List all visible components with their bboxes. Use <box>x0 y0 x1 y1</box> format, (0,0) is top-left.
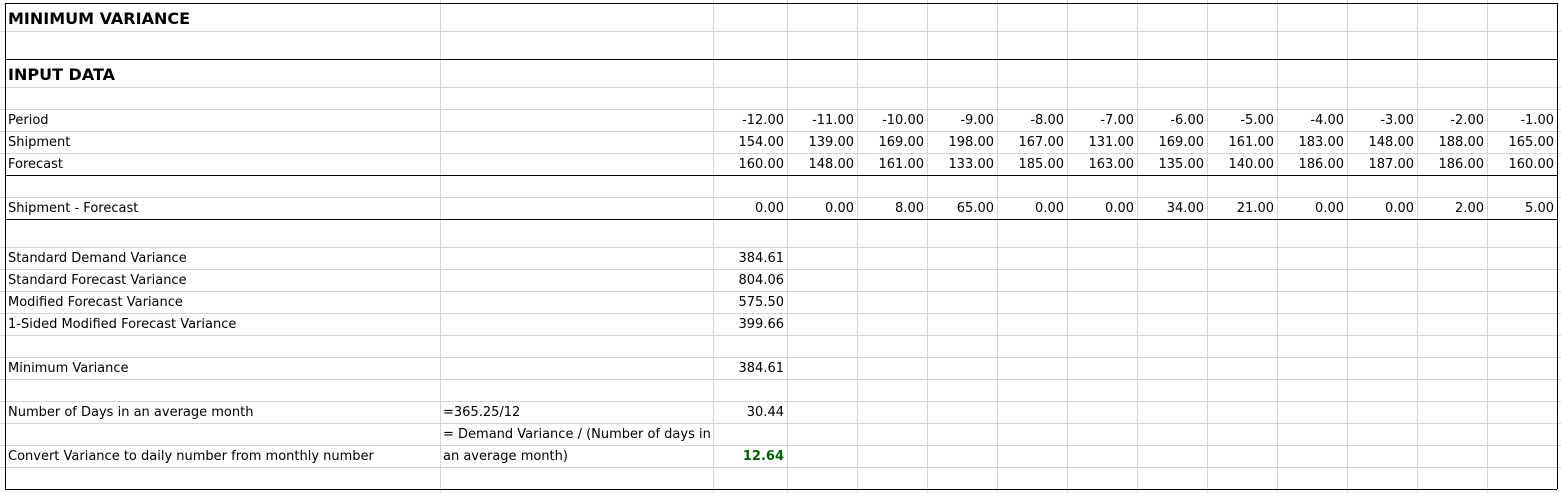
daily-variance-formula-line2[interactable]: an average month) <box>440 446 568 468</box>
days-in-month-formula[interactable]: =365.25/12 <box>440 402 520 424</box>
row-label-shipment[interactable]: Shipment <box>5 132 70 154</box>
shipment-cell[interactable]: 148.00 <box>1347 132 1417 154</box>
shipment-cell[interactable]: 131.00 <box>1067 132 1137 154</box>
row-label-diff[interactable]: Shipment - Forecast <box>5 198 138 220</box>
diff-cell[interactable]: 0.00 <box>787 198 857 220</box>
shipment-cell[interactable]: 188.00 <box>1417 132 1487 154</box>
diff-cell[interactable]: 0.00 <box>1347 198 1417 220</box>
period-cell[interactable]: -7.00 <box>1067 110 1137 132</box>
one-sided-variance-value[interactable]: 399.66 <box>713 314 787 336</box>
one-sided-variance-label[interactable]: 1-Sided Modified Forecast Variance <box>5 314 236 336</box>
shipment-cell[interactable]: 154.00 <box>713 132 787 154</box>
forecast-cell[interactable]: 160.00 <box>713 154 787 176</box>
diff-cell[interactable]: 0.00 <box>997 198 1067 220</box>
shipment-cell[interactable]: 198.00 <box>927 132 997 154</box>
std-demand-variance-value[interactable]: 384.61 <box>713 248 787 270</box>
forecast-cell[interactable]: 135.00 <box>1137 154 1207 176</box>
period-cell[interactable]: -6.00 <box>1137 110 1207 132</box>
shipment-cell[interactable]: 161.00 <box>1207 132 1277 154</box>
days-in-month-value[interactable]: 30.44 <box>713 402 787 424</box>
forecast-cell[interactable]: 133.00 <box>927 154 997 176</box>
daily-variance-formula-line1[interactable]: = Demand Variance / (Number of days in <box>440 424 711 446</box>
shipment-cell[interactable]: 165.00 <box>1487 132 1557 154</box>
diff-cell[interactable]: 0.00 <box>713 198 787 220</box>
mod-forecast-variance-label[interactable]: Modified Forecast Variance <box>5 292 183 314</box>
period-cell[interactable]: -2.00 <box>1417 110 1487 132</box>
diff-cell[interactable]: 0.00 <box>1277 198 1347 220</box>
row-label-period[interactable]: Period <box>5 110 49 132</box>
std-forecast-variance-value[interactable]: 804.06 <box>713 270 787 292</box>
row-label-forecast[interactable]: Forecast <box>5 154 63 176</box>
std-forecast-variance-label[interactable]: Standard Forecast Variance <box>5 270 187 292</box>
daily-variance-label[interactable]: Convert Variance to daily number from mo… <box>5 446 374 468</box>
forecast-cell[interactable]: 160.00 <box>1487 154 1557 176</box>
period-cell[interactable]: -10.00 <box>857 110 927 132</box>
shipment-cell[interactable]: 169.00 <box>1137 132 1207 154</box>
diff-cell[interactable]: 0.00 <box>1067 198 1137 220</box>
shipment-cell[interactable]: 167.00 <box>997 132 1067 154</box>
section-title[interactable]: INPUT DATA <box>5 63 115 87</box>
shipment-cell[interactable]: 169.00 <box>857 132 927 154</box>
forecast-cell[interactable]: 163.00 <box>1067 154 1137 176</box>
forecast-cell[interactable]: 186.00 <box>1417 154 1487 176</box>
period-cell[interactable]: -4.00 <box>1277 110 1347 132</box>
diff-cell[interactable]: 34.00 <box>1137 198 1207 220</box>
forecast-cell[interactable]: 148.00 <box>787 154 857 176</box>
forecast-cell[interactable]: 161.00 <box>857 154 927 176</box>
daily-variance-value[interactable]: 12.64 <box>713 446 787 468</box>
days-in-month-label[interactable]: Number of Days in an average month <box>5 402 253 424</box>
mod-forecast-variance-value[interactable]: 575.50 <box>713 292 787 314</box>
period-cell[interactable]: -5.00 <box>1207 110 1277 132</box>
forecast-cell[interactable]: 185.00 <box>997 154 1067 176</box>
forecast-cell[interactable]: 186.00 <box>1277 154 1347 176</box>
diff-cell[interactable]: 2.00 <box>1417 198 1487 220</box>
diff-cell[interactable]: 5.00 <box>1487 198 1557 220</box>
period-cell[interactable]: -3.00 <box>1347 110 1417 132</box>
period-cell[interactable]: -9.00 <box>927 110 997 132</box>
spreadsheet-grid[interactable]: MINIMUM VARIANCE INPUT DATA Period Shipm… <box>0 0 1561 493</box>
diff-cell[interactable]: 21.00 <box>1207 198 1277 220</box>
forecast-cell[interactable]: 140.00 <box>1207 154 1277 176</box>
period-cell[interactable]: -12.00 <box>713 110 787 132</box>
period-cell[interactable]: -11.00 <box>787 110 857 132</box>
minimum-variance-value[interactable]: 384.61 <box>713 358 787 380</box>
std-demand-variance-label[interactable]: Standard Demand Variance <box>5 248 187 270</box>
period-cell[interactable]: -8.00 <box>997 110 1067 132</box>
minimum-variance-label[interactable]: Minimum Variance <box>5 358 129 380</box>
shipment-cell[interactable]: 183.00 <box>1277 132 1347 154</box>
period-cell[interactable]: -1.00 <box>1487 110 1557 132</box>
shipment-cell[interactable]: 139.00 <box>787 132 857 154</box>
sheet-title[interactable]: MINIMUM VARIANCE <box>5 7 190 31</box>
forecast-cell[interactable]: 187.00 <box>1347 154 1417 176</box>
diff-cell[interactable]: 65.00 <box>927 198 997 220</box>
diff-cell[interactable]: 8.00 <box>857 198 927 220</box>
